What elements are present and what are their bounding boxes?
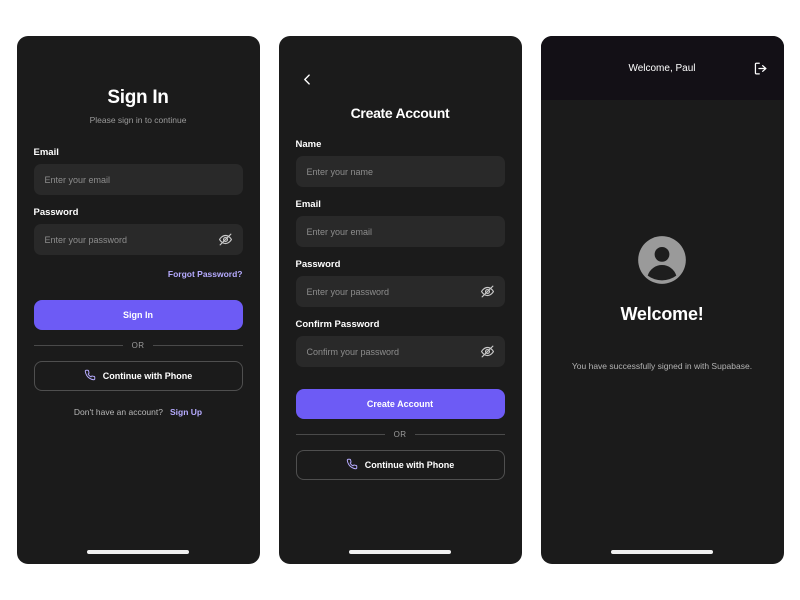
phone-screen-signup: Create Account Name Email Password — [278, 36, 522, 564]
password-label: Password — [295, 259, 341, 270]
signup-link[interactable]: Sign Up — [170, 407, 202, 417]
back-button[interactable] — [297, 71, 319, 93]
name-input[interactable] — [306, 166, 494, 177]
page-title: Create Account — [350, 105, 450, 121]
continue-with-phone-label: Continue with Phone — [364, 460, 455, 470]
divider-line-left — [33, 345, 123, 346]
signup-prompt-row: Don't have an account? Sign Up — [34, 407, 243, 417]
divider-line-left — [295, 434, 385, 435]
signup-form: Create Account Name Email Password — [279, 36, 522, 480]
password-input[interactable] — [44, 234, 232, 245]
continue-with-phone-button[interactable]: Continue with Phone — [295, 450, 505, 480]
app-bar-title: Welcome, Paul — [628, 62, 696, 74]
continue-with-phone-label: Continue with Phone — [102, 371, 193, 381]
welcome-message: You have successfully signed in with Sup… — [571, 360, 753, 371]
home-indicator — [87, 550, 189, 554]
confirm-password-input[interactable] — [306, 346, 494, 357]
email-field[interactable] — [295, 216, 505, 247]
password-field[interactable] — [295, 276, 505, 307]
email-input[interactable] — [306, 226, 494, 237]
create-account-button[interactable]: Create Account — [295, 389, 505, 419]
user-avatar-icon — [636, 234, 688, 286]
signup-prompt-text: Don't have an account? — [73, 407, 163, 417]
phone-icon — [346, 458, 358, 472]
signin-form: Sign In Please sign in to continue Email… — [17, 36, 260, 417]
app-bar: Welcome, Paul — [540, 36, 784, 100]
password-field[interactable] — [33, 224, 243, 255]
confirm-password-label: Confirm Password — [295, 319, 380, 330]
welcome-heading: Welcome! — [620, 303, 704, 324]
divider-line-right — [153, 345, 243, 346]
name-label: Name — [295, 139, 322, 150]
email-label: Email — [33, 147, 59, 158]
eye-off-icon[interactable] — [480, 284, 496, 300]
email-label: Email — [295, 199, 321, 210]
divider-line-right — [415, 434, 505, 435]
confirm-password-field[interactable] — [295, 336, 505, 367]
email-input[interactable] — [44, 174, 232, 185]
divider: OR — [295, 430, 505, 439]
eye-off-icon[interactable] — [480, 344, 496, 360]
continue-with-phone-button[interactable]: Continue with Phone — [33, 361, 243, 391]
eye-off-icon[interactable] — [218, 232, 234, 248]
home-indicator — [349, 550, 451, 554]
divider-label: OR — [393, 430, 407, 439]
phone-screen-signin: Sign In Please sign in to continue Email… — [16, 36, 260, 564]
divider-label: OR — [131, 341, 145, 350]
divider: OR — [33, 341, 243, 350]
email-field[interactable] — [33, 164, 243, 195]
signin-button[interactable]: Sign In — [33, 300, 243, 330]
name-field[interactable] — [295, 156, 505, 187]
page-title: Sign In — [107, 87, 169, 108]
screens-container: Sign In Please sign in to continue Email… — [0, 0, 800, 600]
chevron-left-icon — [301, 73, 314, 91]
password-input[interactable] — [306, 286, 494, 297]
password-label: Password — [33, 207, 79, 218]
forgot-password-link[interactable]: Forgot Password? — [168, 269, 243, 279]
page-subtitle: Please sign in to continue — [89, 115, 187, 125]
forgot-password-row: Forgot Password? — [34, 264, 243, 282]
welcome-content: Welcome! You have successfully signed in… — [541, 100, 784, 564]
phone-icon — [84, 369, 96, 383]
logout-icon[interactable] — [751, 58, 771, 78]
home-indicator — [611, 550, 713, 554]
phone-screen-welcome: Welcome, Paul Welcome! You have successf… — [540, 36, 784, 564]
